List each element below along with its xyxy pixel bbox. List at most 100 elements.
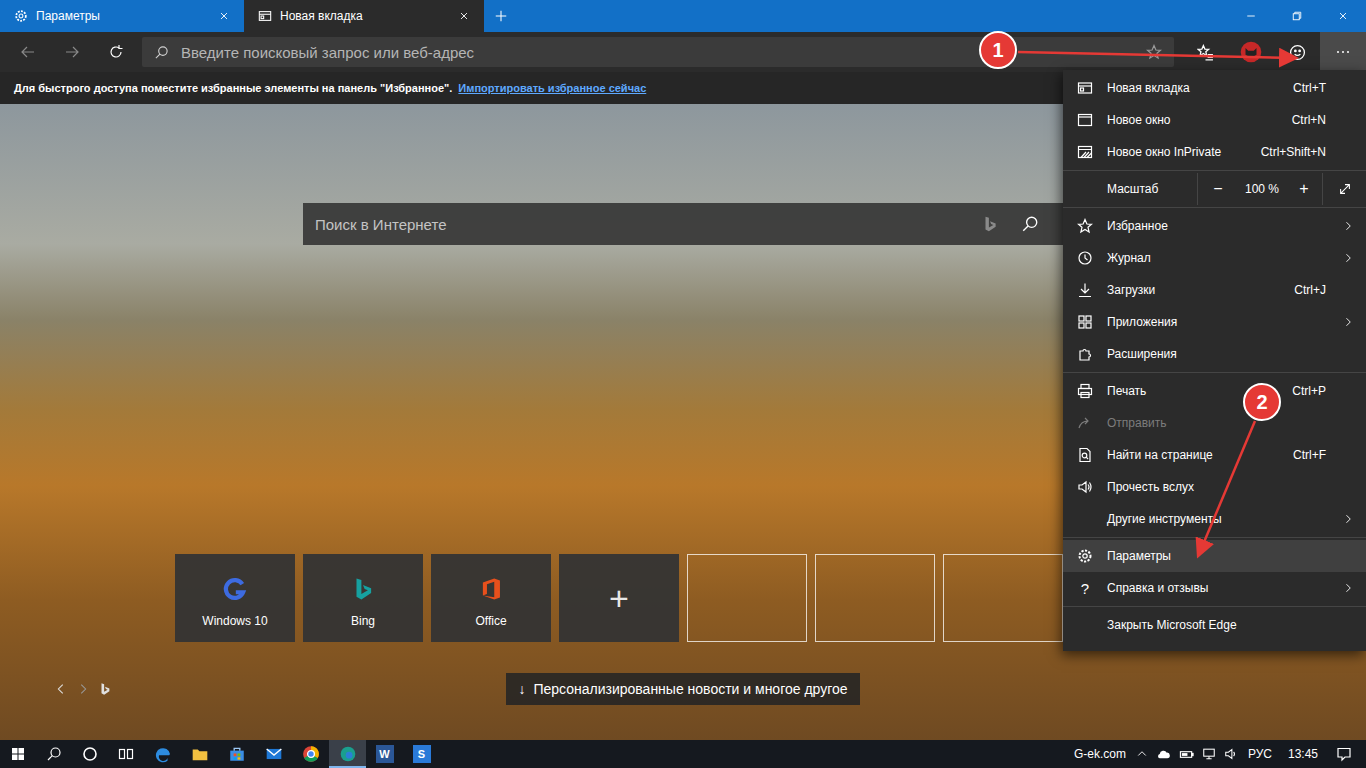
menu-item-label: Новая вкладка [1107, 81, 1281, 95]
menu-item[interactable]: Расширения [1063, 338, 1366, 370]
refresh-button[interactable] [94, 32, 138, 72]
more-icon [1335, 44, 1351, 60]
menu-item[interactable]: Журнал [1063, 242, 1366, 274]
cortana-icon [82, 746, 98, 762]
menu-item[interactable]: Закрыть Microsoft Edge [1063, 609, 1366, 641]
menu-item[interactable]: ? Справка и отзывы [1063, 572, 1366, 604]
tab-close-button[interactable] [214, 6, 234, 26]
new-tab-button[interactable] [484, 0, 518, 32]
zoom-out-button[interactable]: − [1198, 173, 1238, 205]
menu-item[interactable]: Другие инструменты [1063, 503, 1366, 535]
news-button[interactable]: ↓ Персонализированные новости и многое д… [506, 673, 859, 705]
chrome-icon [302, 745, 320, 763]
empty-tile[interactable] [687, 554, 807, 642]
zoom-in-button[interactable]: + [1286, 173, 1322, 205]
bing-icon [350, 576, 376, 602]
taskbar-app[interactable] [329, 740, 366, 768]
taskbar-app[interactable] [144, 740, 181, 768]
star-icon [1077, 218, 1093, 234]
chevron-right-icon [1342, 513, 1354, 525]
menu-item[interactable]: Загрузки Ctrl+J [1063, 274, 1366, 306]
restore-button[interactable] [1274, 0, 1320, 32]
menu-item-shortcut: Ctrl+T [1293, 81, 1326, 95]
arrow-down-icon: ↓ [518, 681, 525, 697]
next-image-button[interactable] [76, 682, 90, 696]
task-view-button[interactable] [108, 740, 144, 768]
search-button[interactable] [1021, 215, 1039, 233]
site-tile[interactable]: Bing [303, 554, 423, 642]
profile-button[interactable] [1228, 32, 1274, 72]
tab-label: Параметры [36, 9, 206, 23]
empty-tile[interactable] [943, 554, 1063, 642]
windows-icon [222, 576, 248, 602]
favorites-button[interactable] [1182, 32, 1228, 72]
menu-item-label: Прочесть вслух [1107, 480, 1326, 494]
site-tile-label: Bing [351, 614, 375, 628]
add-favorite-button[interactable] [1146, 44, 1162, 60]
menu-item[interactable]: Найти на странице Ctrl+F [1063, 439, 1366, 471]
taskbar-app[interactable] [292, 740, 329, 768]
notify-icon [1336, 746, 1352, 762]
menu-item[interactable]: Новое окно Ctrl+N [1063, 104, 1366, 136]
address-bar[interactable]: Введите поисковый запрос или веб-адрес [142, 37, 1174, 67]
bing-link[interactable] [98, 682, 112, 696]
volume-icon [1224, 747, 1238, 761]
menu-item[interactable]: Новая вкладка Ctrl+T [1063, 72, 1366, 104]
menu-separator [1063, 537, 1366, 538]
show-hidden-icons[interactable] [1132, 740, 1152, 768]
close-icon [458, 10, 470, 22]
taskbar-app[interactable] [218, 740, 255, 768]
zoom-label: Масштаб [1063, 173, 1197, 205]
minimize-button[interactable] [1228, 0, 1274, 32]
menu-item[interactable]: Избранное [1063, 210, 1366, 242]
feedback-button[interactable] [1274, 32, 1320, 72]
site-tile[interactable]: Windows 10 [175, 554, 295, 642]
previous-image-button[interactable] [54, 682, 68, 696]
taskbar-app[interactable] [181, 740, 218, 768]
tab[interactable]: Параметры [0, 0, 244, 32]
start-button[interactable] [0, 740, 36, 768]
input-language[interactable]: РУС [1242, 740, 1278, 768]
empty-tile[interactable] [815, 554, 935, 642]
web-search-box[interactable]: Поиск в Интернете [303, 203, 1063, 245]
close-button[interactable] [1320, 0, 1366, 32]
menu-item-shortcut: Ctrl+Shift+N [1261, 145, 1326, 159]
avatar-icon [1240, 41, 1262, 63]
search-button[interactable] [36, 740, 72, 768]
tab[interactable]: Новая вкладка [244, 0, 484, 32]
cortana-button[interactable] [72, 740, 108, 768]
menu-item[interactable]: Приложения [1063, 306, 1366, 338]
action-center-button[interactable] [1328, 740, 1366, 768]
import-favorites-link[interactable]: Импортировать избранное сейчас [458, 82, 646, 94]
back-button[interactable] [6, 32, 50, 72]
menu-item-shortcut: Ctrl+P [1292, 384, 1326, 398]
forward-button[interactable] [50, 32, 94, 72]
menu-item-label: Новое окно [1107, 113, 1280, 127]
settings-menu-button[interactable] [1320, 32, 1366, 72]
newtab-icon [258, 9, 272, 23]
browser-screen: Параметры Новая вкладка Введите поисковы… [0, 0, 1366, 768]
bing-icon [98, 682, 112, 696]
taskbar-app[interactable]: W [366, 740, 403, 768]
edge-new-icon [339, 745, 357, 763]
clock[interactable]: 13:45 [1278, 740, 1328, 768]
menu-item[interactable]: Параметры [1063, 540, 1366, 572]
menu-item[interactable]: Прочесть вслух [1063, 471, 1366, 503]
menu-item-label: Расширения [1107, 347, 1326, 361]
toolbar-label[interactable]: G-ek.com [1068, 740, 1132, 768]
site-tile-label: Office [475, 614, 506, 628]
full-screen-button[interactable] [1323, 173, 1366, 205]
emoji-icon [1289, 44, 1306, 61]
add-site-tile[interactable]: + [559, 554, 679, 642]
menu-item[interactable]: Новое окно InPrivate Ctrl+Shift+N [1063, 136, 1366, 168]
taskbar-app[interactable] [255, 740, 292, 768]
close-icon [1337, 10, 1349, 22]
gear-icon [1077, 548, 1093, 564]
gear-icon [14, 9, 28, 23]
menu-item[interactable]: Отправить [1063, 407, 1366, 439]
menu-item[interactable]: Печать Ctrl+P [1063, 375, 1366, 407]
tab-close-button[interactable] [454, 6, 474, 26]
taskbar-app[interactable]: S [403, 740, 440, 768]
menu-item-shortcut: Ctrl+N [1292, 113, 1326, 127]
site-tile[interactable]: Office [431, 554, 551, 642]
